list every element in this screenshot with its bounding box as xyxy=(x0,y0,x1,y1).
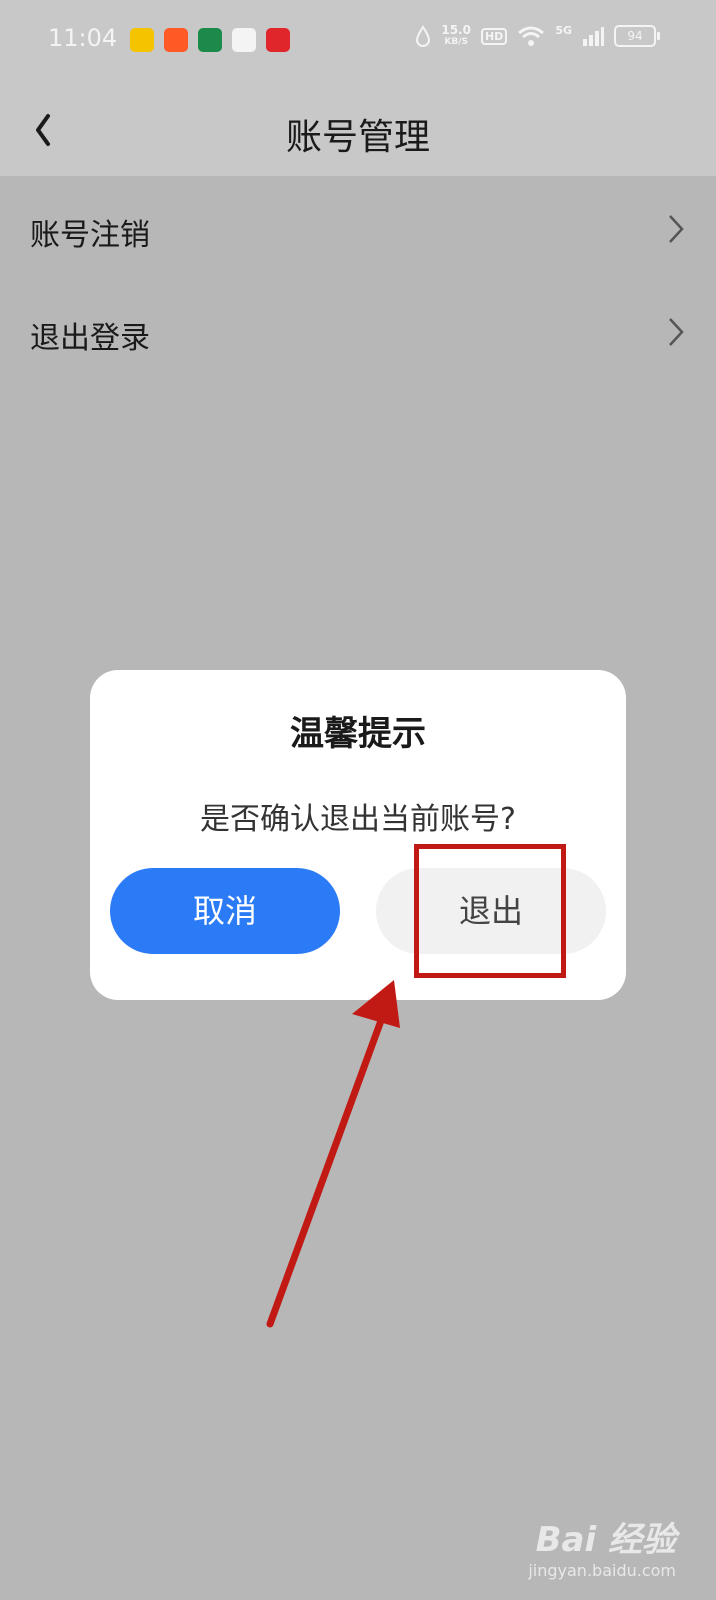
game-app-icon xyxy=(232,28,256,52)
cancel-button[interactable]: 取消 xyxy=(110,868,340,954)
top-app-bar: 账号管理 xyxy=(0,84,716,176)
hd-badge: HD xyxy=(480,27,508,45)
watermark-brand: Bai 经验 xyxy=(535,1520,676,1560)
status-indicators: 15.0 KB/S HD 5G 94 xyxy=(415,23,660,48)
watermark-logo: Bai 经验 jingyan.baidu.com xyxy=(528,1512,676,1580)
chevron-right-icon xyxy=(669,215,684,243)
annotation-highlight-box xyxy=(414,844,566,978)
watermark-url: jingyan.baidu.com xyxy=(528,1561,676,1580)
chevron-right-icon xyxy=(669,318,684,346)
app-notification-icon xyxy=(130,28,154,52)
shop-app-icon xyxy=(266,28,290,52)
list-item-label: 账号注销 xyxy=(30,218,150,253)
signal-icon xyxy=(583,27,604,46)
status-bar: 11:04 15.0 KB/S HD 5G 94 xyxy=(0,0,716,84)
data-saver-icon xyxy=(416,25,431,47)
oppo-app-icon xyxy=(198,28,222,52)
network-speed: 15.0 KB/S xyxy=(441,23,471,47)
status-time: 11:04 xyxy=(48,24,118,52)
wifi-icon xyxy=(518,26,545,46)
video-app-icon xyxy=(164,28,188,52)
page-title: 账号管理 xyxy=(285,117,430,158)
list-item-logout[interactable]: 退出登录 xyxy=(0,283,716,383)
list-item-deactivate-account[interactable]: 账号注销 xyxy=(0,180,716,280)
dialog-title: 温馨提示 xyxy=(290,714,426,754)
network-type: 5G xyxy=(555,24,572,37)
list-item-label: 退出登录 xyxy=(30,321,150,356)
dialog-message: 是否确认退出当前账号? xyxy=(200,802,516,837)
battery-indicator: 94 xyxy=(614,25,660,47)
